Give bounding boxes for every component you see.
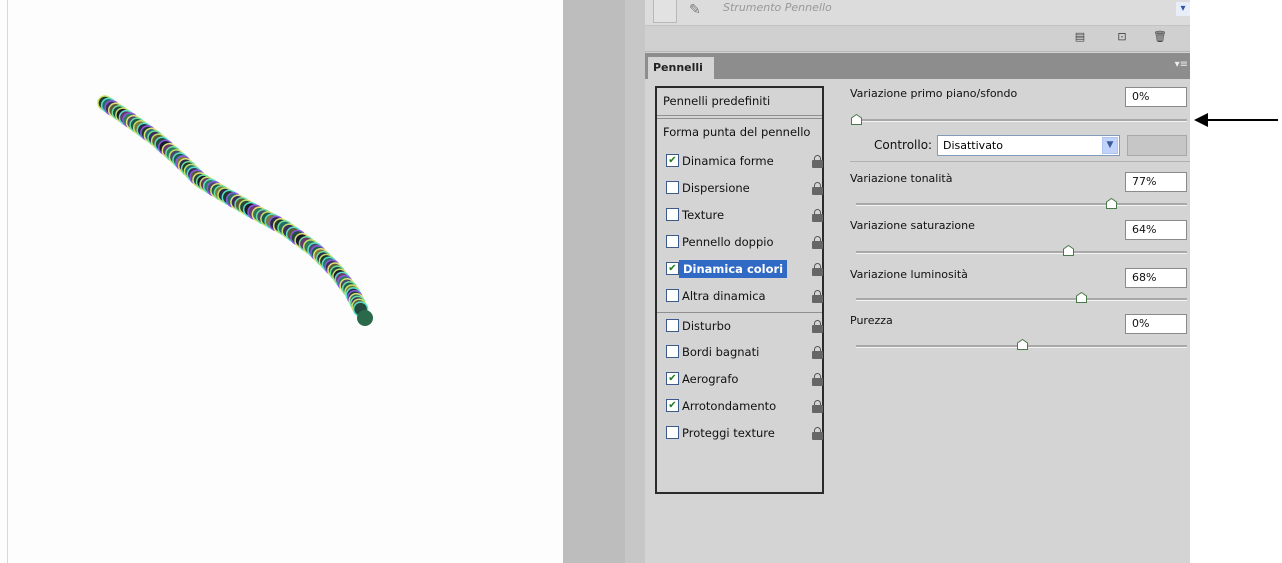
brush-option-label: Dinamica forme [682,154,774,168]
saturation-jitter-track[interactable] [856,251,1187,254]
brush-option-checkbox[interactable] [666,345,679,358]
brush-option-label: Dinamica colori [679,260,788,278]
brush-option-label: Pennello doppio [682,235,774,249]
brushes-panel: ✎ Strumento Pennello ▾ ▤ ⊡ 🗑 Pennelli ▾≡… [645,0,1190,563]
lock-icon[interactable] [812,209,824,223]
brush-option-checkbox[interactable]: ✔ [666,154,679,167]
brush-option-item[interactable]: ✔ Dinamica forme [657,148,824,175]
brush-option-item[interactable]: ✔ Arrotondamento [657,393,824,420]
lock-icon[interactable] [812,346,824,360]
lock-icon[interactable] [812,400,824,414]
workspace-gutter-inner [625,0,645,563]
workspace-gutter [563,0,625,563]
brush-option-item[interactable]: Proteggi texture [657,420,824,447]
tool-name: Strumento Pennello [723,1,832,14]
brush-option-checkbox[interactable] [666,235,679,248]
brush-option-checkbox[interactable] [666,208,679,221]
section-divider [850,161,1190,162]
scroll-down-icon[interactable]: ▾ [1176,2,1190,16]
brush-option-checkbox[interactable]: ✔ [666,372,679,385]
document-canvas[interactable] [0,0,563,563]
control-select-value: Disattivato [943,139,1003,152]
saturation-jitter-label: Variazione saturazione [850,219,975,232]
lock-icon[interactable] [812,427,824,441]
brightness-jitter-slider[interactable] [1076,292,1088,303]
brush-option-checkbox[interactable] [666,289,679,302]
lock-icon[interactable] [812,236,824,250]
tab-brushes[interactable]: Pennelli [648,57,714,79]
brush-option-label: Dispersione [682,181,750,195]
control-select[interactable]: Disattivato ▼ [937,135,1120,156]
brush-option-label: Texture [682,208,725,222]
brush-tool-icon: ✎ [689,2,701,18]
control-secondary-field [1127,135,1187,156]
brush-option-item[interactable]: Dispersione [657,175,824,202]
lock-icon[interactable] [812,290,824,304]
fg-bg-jitter-value[interactable]: 0% [1125,87,1187,107]
brush-option-checkbox[interactable]: ✔ [666,399,679,412]
brush-option-checkbox[interactable] [666,319,679,332]
panel-menu-icon[interactable]: ▾≡ [1175,59,1188,70]
lock-icon[interactable] [812,373,824,387]
panel-tab-bar: Pennelli ▾≡ [645,53,1190,79]
new-preset-icon[interactable]: ⊡ [1115,30,1129,43]
saturation-jitter-slider[interactable] [1062,245,1074,256]
panel-icon-row: ▤ ⊡ 🗑 [645,26,1190,52]
brush-option-label: Aerografo [682,372,739,386]
control-label: Controllo: [874,138,933,152]
brush-option-item[interactable]: Forma punta del pennello [657,118,822,145]
brush-option-checkbox[interactable] [666,426,679,439]
lock-icon[interactable] [812,263,824,277]
annotation-arrow [1194,113,1278,127]
hue-jitter-value[interactable]: 77% [1125,172,1187,192]
brush-option-item[interactable]: Texture [657,202,824,229]
brightness-jitter-value[interactable]: 68% [1125,268,1187,288]
purity-slider[interactable] [1016,339,1028,350]
brightness-jitter-label: Variazione luminosità [850,268,968,281]
tool-presets-row: ✎ Strumento Pennello ▾ [645,0,1190,26]
brush-option-label: Disturbo [682,319,731,333]
brush-option-checkbox[interactable]: ✔ [666,262,679,275]
brush-stroke [97,95,373,326]
trash-icon[interactable]: 🗑 [1153,30,1167,43]
brush-option-label: Pennelli predefiniti [663,94,771,108]
brush-option-item[interactable]: ✔ Aerografo [657,366,824,393]
brush-option-label: Proteggi texture [682,426,775,440]
brush-option-item[interactable]: Pennelli predefiniti [657,88,822,116]
lock-icon[interactable] [812,320,824,334]
chevron-down-icon[interactable]: ▼ [1102,137,1118,154]
purity-value[interactable]: 0% [1125,314,1187,334]
saturation-jitter-value[interactable]: 64% [1125,220,1187,240]
brush-option-item[interactable]: Pennello doppio [657,229,824,256]
lock-icon[interactable] [812,155,824,169]
brush-option-item[interactable]: Bordi bagnati [657,339,824,366]
brush-option-label: Arrotondamento [682,399,777,413]
brush-option-label: Bordi bagnati [682,345,760,359]
brush-options-list: Pennelli predefiniti Forma punta del penn… [655,86,824,494]
panel-toggle-icon[interactable]: ▤ [1073,30,1087,43]
purity-label: Purezza [850,314,893,327]
hue-jitter-label: Variazione tonalità [850,172,953,185]
brightness-jitter-track[interactable] [856,298,1187,301]
lock-icon[interactable] [812,182,824,196]
hue-jitter-track[interactable] [856,203,1187,206]
brush-option-label: Forma punta del pennello [663,125,811,139]
fg-bg-jitter-label: Variazione primo piano/sfondo [850,87,1018,100]
fg-bg-jitter-track[interactable] [856,119,1187,122]
preset-swatch[interactable] [653,0,677,23]
brush-option-item[interactable]: Disturbo [657,312,824,339]
fg-bg-jitter-slider[interactable] [851,114,862,125]
hue-jitter-slider[interactable] [1105,198,1117,209]
brush-option-checkbox[interactable] [666,181,679,194]
color-dynamics-settings: Variazione primo piano/sfondo 0% Control… [850,79,1190,563]
brush-option-label: Altra dinamica [682,289,766,303]
brush-option-item[interactable]: Altra dinamica [657,283,824,310]
brush-option-item[interactable]: ✔ Dinamica colori [657,256,824,283]
